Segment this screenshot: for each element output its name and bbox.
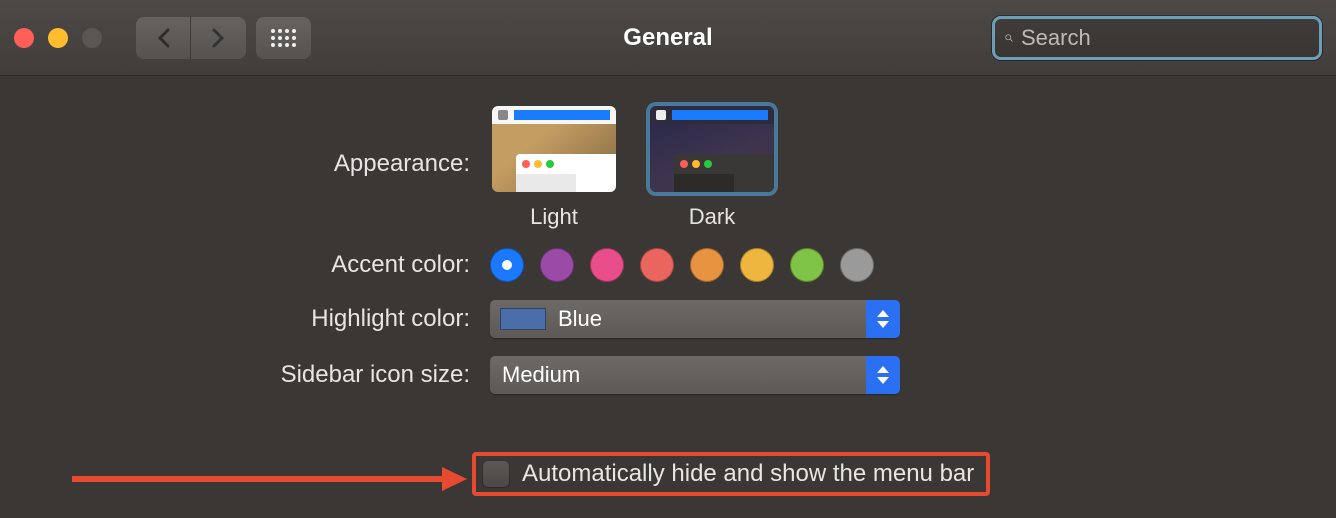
chevron-left-icon xyxy=(157,28,170,48)
chevron-right-icon xyxy=(212,28,225,48)
select-stepper-icon xyxy=(866,356,900,394)
auto-hide-menu-bar-row: Automatically hide and show the menu bar xyxy=(472,452,990,496)
back-button[interactable] xyxy=(136,17,191,59)
accent-swatch-graphite[interactable] xyxy=(840,248,874,282)
show-all-button[interactable] xyxy=(256,17,311,59)
zoom-button[interactable] xyxy=(82,28,102,48)
accent-swatch-green[interactable] xyxy=(790,248,824,282)
highlight-color-value: Blue xyxy=(558,306,866,332)
close-button[interactable] xyxy=(14,28,34,48)
appearance-option-light[interactable]: Light xyxy=(490,104,618,230)
accent-swatch-purple[interactable] xyxy=(540,248,574,282)
accent-label: Accent color: xyxy=(0,251,490,279)
highlight-color-select[interactable]: Blue xyxy=(490,300,900,338)
sidebar-icon-size-select[interactable]: Medium xyxy=(490,356,900,394)
auto-hide-menu-bar-checkbox[interactable] xyxy=(482,460,510,488)
auto-hide-menu-bar-label: Automatically hide and show the menu bar xyxy=(522,460,974,488)
appearance-option-label: Light xyxy=(530,204,578,230)
highlight-label: Highlight color: xyxy=(0,305,490,333)
select-stepper-icon xyxy=(866,300,900,338)
accent-swatch-blue[interactable] xyxy=(490,248,524,282)
appearance-label: Appearance: xyxy=(0,104,490,178)
search-icon xyxy=(1005,27,1013,49)
grid-icon xyxy=(271,29,296,47)
nav-group xyxy=(136,17,246,59)
accent-swatch-pink[interactable] xyxy=(590,248,624,282)
appearance-option-dark[interactable]: Dark xyxy=(648,104,776,230)
sidebar-icon-size-label: Sidebar icon size: xyxy=(0,361,490,389)
accent-swatch-yellow[interactable] xyxy=(740,248,774,282)
accent-color-swatches xyxy=(490,248,874,282)
appearance-options: Light Dark xyxy=(490,104,776,230)
window-title: General xyxy=(623,24,712,52)
annotation-arrow-icon xyxy=(72,464,467,494)
content: Appearance: Light Dark Accent color: High… xyxy=(0,76,1336,394)
appearance-thumbnail-dark xyxy=(648,104,776,194)
minimize-button[interactable] xyxy=(48,28,68,48)
sidebar-icon-size-value: Medium xyxy=(502,362,866,388)
accent-swatch-orange[interactable] xyxy=(690,248,724,282)
accent-swatch-red[interactable] xyxy=(640,248,674,282)
titlebar: General xyxy=(0,0,1336,76)
search-field[interactable] xyxy=(992,16,1322,60)
forward-button[interactable] xyxy=(191,17,246,59)
search-input[interactable] xyxy=(1021,25,1309,51)
traffic-lights xyxy=(14,28,102,48)
highlight-color-chip xyxy=(500,308,546,330)
appearance-option-label: Dark xyxy=(689,204,735,230)
appearance-thumbnail-light xyxy=(490,104,618,194)
